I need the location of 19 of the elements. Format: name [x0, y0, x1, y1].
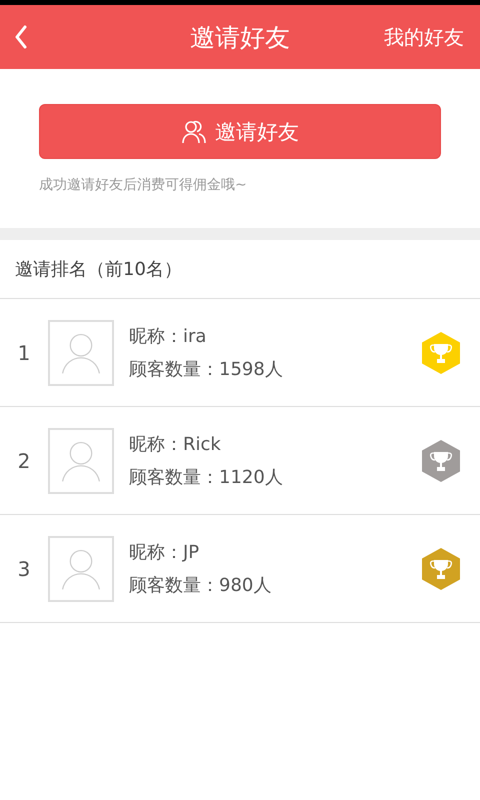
avatar-placeholder-icon [48, 320, 114, 386]
my-friends-link[interactable]: 我的好友 [384, 24, 464, 50]
avatar-placeholder-icon [48, 536, 114, 602]
invite-hint: 成功邀请好友后消费可得佣金哦~ [39, 176, 248, 194]
customer-count: 顾客数量：1120人 [129, 466, 283, 489]
ranking-heading: 邀请排名（前10名） [0, 240, 480, 299]
customer-count: 顾客数量：980人 [129, 574, 272, 597]
nickname: 昵称：JP [129, 541, 200, 564]
rank-number: 2 [16, 448, 32, 472]
page-title: 邀请好友 [190, 22, 290, 52]
nickname: 昵称：Rick [129, 433, 222, 456]
customer-count: 顾客数量：1598人 [129, 358, 283, 381]
avatar-placeholder-icon [48, 428, 114, 494]
rank-number: 1 [16, 340, 32, 364]
people-icon [181, 118, 207, 144]
back-icon [14, 25, 28, 49]
invite-friends-button[interactable]: 邀请好友 [39, 104, 441, 159]
nickname: 昵称：ira [129, 325, 208, 348]
rank-number: 3 [16, 556, 32, 580]
